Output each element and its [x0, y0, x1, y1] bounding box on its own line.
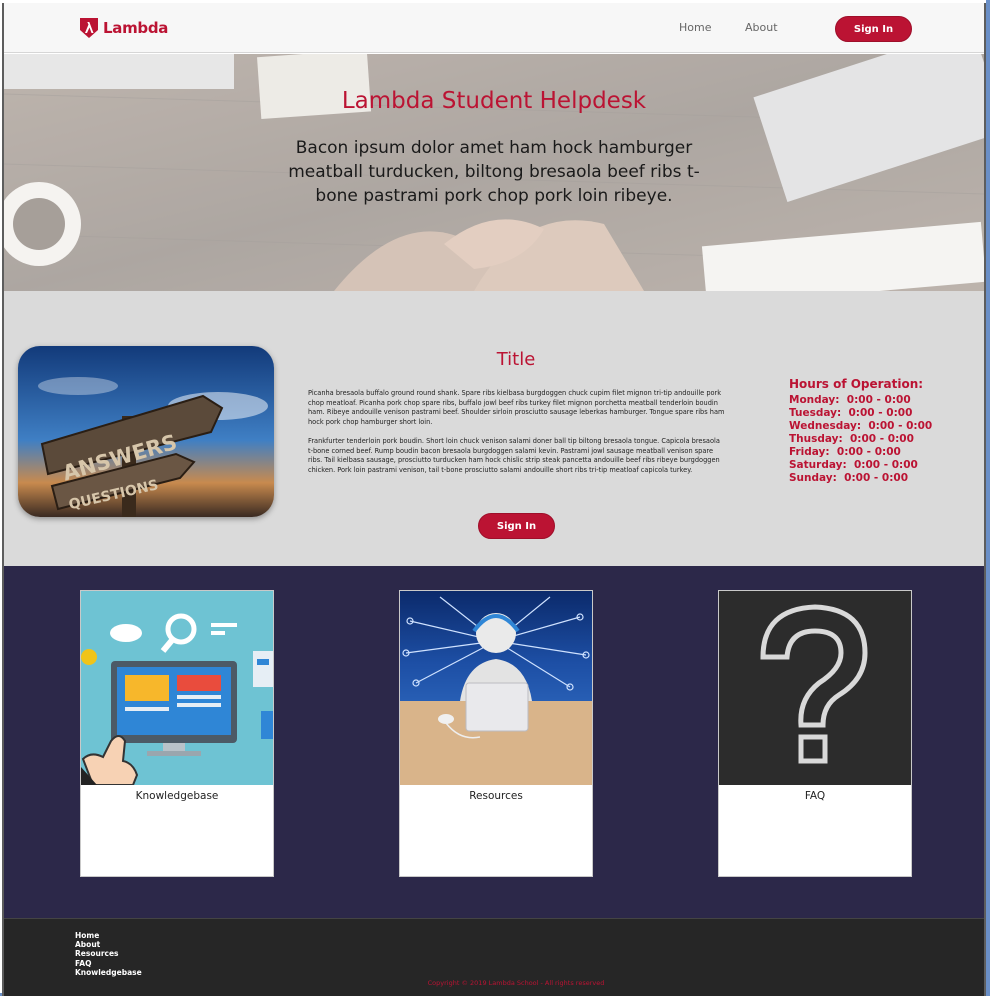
hours-row: Friday: 0:00 - 0:00 — [789, 446, 901, 458]
footer: Home About Resources FAQ Knowledgebase C… — [4, 918, 984, 996]
lambda-logo-icon — [80, 18, 98, 38]
hours-of-operation: Hours of Operation: Monday: 0:00 - 0:00 … — [789, 377, 932, 485]
resources-image — [400, 591, 592, 785]
footer-link-faq[interactable]: FAQ — [75, 959, 142, 968]
hours-row: Tuesday: 0:00 - 0:00 — [789, 407, 913, 419]
footer-link-knowledgebase[interactable]: Knowledgebase — [75, 968, 142, 977]
hours-row: Wednesday: 0:00 - 0:00 — [789, 420, 933, 432]
hours-row: Saturday: 0:00 - 0:00 — [789, 459, 918, 471]
footer-links: Home About Resources FAQ Knowledgebase — [75, 931, 142, 977]
card-label: Knowledgebase — [135, 790, 219, 802]
brand-logo[interactable]: Lambda — [79, 17, 168, 39]
hours-title: Hours of Operation: — [789, 377, 924, 391]
footer-link-resources[interactable]: Resources — [75, 949, 142, 958]
card-label: FAQ — [804, 790, 826, 802]
copyright-text: Copyright © 2019 Lambda School - All rig… — [427, 979, 605, 987]
answers-questions-image: ANSWERS QUESTIONS — [18, 346, 274, 517]
hours-row: Thusday: 0:00 - 0:00 — [789, 433, 914, 445]
info-paragraph: Picanha bresaola buffalo ground round sh… — [308, 389, 725, 426]
nav-home-link[interactable]: Home — [679, 21, 711, 34]
page: Lambda Home About Sign In Lambda Student… — [2, 3, 986, 996]
hero-text: Bacon ipsum dolor amet ham hock hamburge… — [288, 138, 700, 206]
knowledgebase-image — [81, 591, 273, 785]
hours-row: Sunday: 0:00 - 0:00 — [789, 472, 909, 484]
hero-title: Lambda Student Helpdesk — [341, 88, 647, 114]
card-resources[interactable]: Resources — [399, 590, 593, 877]
hero-banner: Lambda Student Helpdesk Bacon ipsum dolo… — [4, 54, 984, 291]
card-knowledgebase[interactable]: Knowledgebase — [80, 590, 274, 877]
nav-signin-button[interactable]: Sign In — [835, 16, 912, 42]
footer-link-home[interactable]: Home — [75, 931, 142, 940]
faq-image — [719, 591, 911, 785]
nav-about-link[interactable]: About — [745, 21, 778, 34]
card-label: Resources — [469, 790, 523, 802]
info-section: ANSWERS QUESTIONS Title Picanha bresaola… — [4, 291, 984, 566]
footer-link-about[interactable]: About — [75, 940, 142, 949]
cards-section: Knowledgebase Resources FAQ — [4, 566, 984, 918]
info-title: Title — [496, 349, 536, 370]
window-edge-right — [986, 0, 990, 996]
brand-name: Lambda — [103, 19, 169, 37]
card-faq[interactable]: FAQ — [718, 590, 912, 877]
info-paragraph: Frankfurter tenderloin pork boudin. Shor… — [308, 437, 720, 474]
top-nav: Lambda Home About Sign In — [4, 3, 984, 53]
info-signin-button[interactable]: Sign In — [478, 513, 555, 539]
hours-row: Monday: 0:00 - 0:00 — [789, 394, 911, 406]
